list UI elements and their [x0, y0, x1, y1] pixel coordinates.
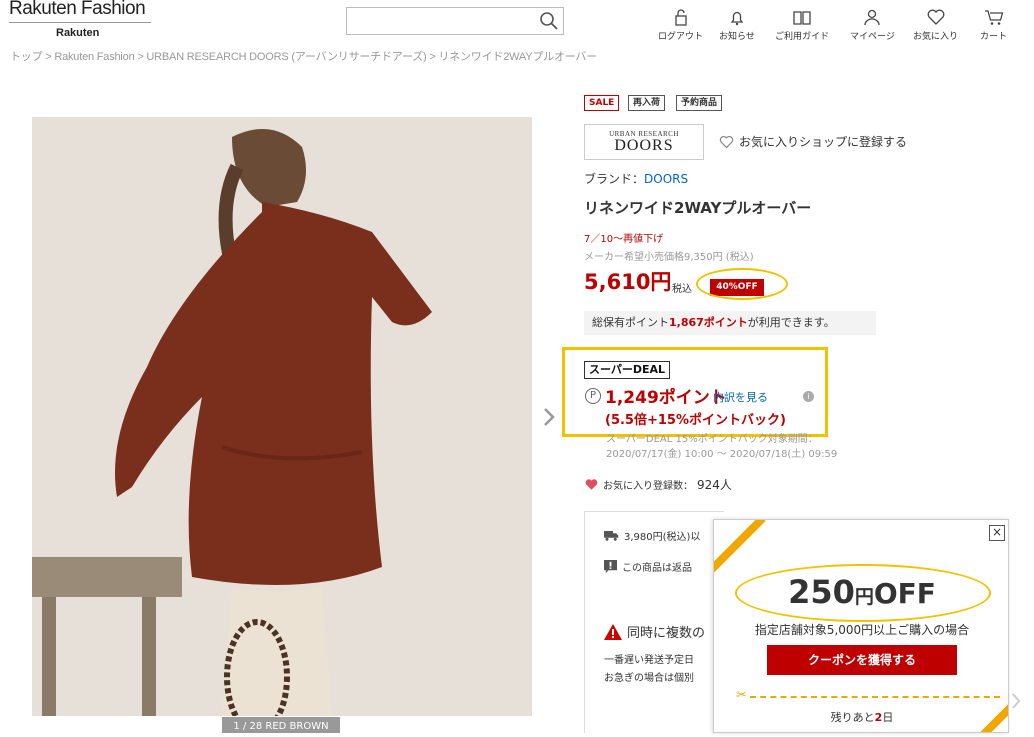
remain-pre: 残りあと [830, 711, 875, 724]
brand-row: ブランド：DOORS [584, 170, 688, 187]
nav-label: お気に入り [913, 32, 959, 42]
favorite-count: お気に入り登録数： 924人 [584, 476, 732, 493]
repriced-note: 7／10～再値下げ [584, 234, 664, 245]
deal-period: スーパーDEAL 15%ポイントバック対象期間： 2020/07/17(金) 10… [606, 432, 837, 462]
highlight-ellipse [696, 268, 788, 300]
restock-tag: 再入荷 [628, 95, 666, 111]
return-row: この商品は返品 [604, 559, 692, 574]
highlight-ellipse [735, 564, 991, 622]
favorite-count-label: お気に入り登録数： [603, 481, 693, 492]
comment-alert-icon [604, 560, 617, 573]
nav-label: カート [980, 32, 1008, 42]
points-post: が利用できます。 [747, 316, 835, 329]
nav-favorites[interactable]: お気に入り [913, 6, 958, 42]
truck-icon [604, 531, 619, 541]
points-value: 1,867ポイント [669, 316, 748, 329]
shipping-row: 3,980円(税込)以 [604, 528, 700, 543]
heart-outline-icon [719, 135, 734, 148]
heart-filled-icon [585, 479, 598, 490]
deal-period-line-2: 2020/07/17(金) 10:00 ～ 2020/07/18(土) 09:5… [606, 449, 838, 460]
product-title: リネンワイド2WAYプルオーバー [584, 199, 812, 217]
nav-label: マイページ [850, 32, 895, 42]
coupon-condition: 指定店舗対象5,000円以上ご購入の場合 [754, 623, 970, 637]
deal-points: 1,249ポイント [605, 388, 727, 408]
points-balance: 総保有ポイント1,867ポイントが利用できます。 [584, 311, 876, 335]
product-photo[interactable] [32, 117, 532, 716]
nav-notifications[interactable]: お知らせ [719, 6, 755, 42]
shop-logo-main: DOORS [614, 137, 674, 154]
coupon-remaining: 残りあと2日 [714, 709, 1008, 725]
get-coupon-button[interactable]: クーポンを獲得する [767, 645, 957, 675]
remain-post: 日 [882, 711, 894, 724]
sale-price: 5,610円 [584, 270, 672, 294]
shipping-text: 3,980円(税込)以 [624, 532, 701, 543]
chevron-right-icon[interactable] [540, 403, 558, 431]
nav-label: ご利用ガイド [775, 32, 830, 42]
search-input[interactable] [346, 7, 564, 35]
brand-link[interactable]: DOORS [644, 172, 688, 186]
book-icon [793, 11, 811, 25]
nav-logout[interactable]: ログアウト [658, 6, 703, 42]
favorite-shop-label: お気に入りショップに登録する [739, 135, 908, 149]
note-line-1: 一番遅い発送予定日 [604, 655, 694, 666]
favorite-count-value: 924人 [697, 478, 732, 492]
logo-divider [9, 22, 151, 23]
product-image [32, 117, 532, 716]
rakuten-fashion-logo[interactable]: Rakuten Fashion [9, 0, 146, 20]
lock-icon [674, 9, 687, 26]
brand-label: ブランド： [584, 172, 645, 186]
points-pre: 総保有ポイント [592, 316, 669, 329]
close-button[interactable]: × [989, 525, 1005, 541]
gallery-counter: 1 / 28 RED BROWN [222, 717, 340, 733]
msrp-price: メーカー希望小売価格9,350円 (税込) [584, 252, 754, 263]
rakuten-logo[interactable]: Rakuten [56, 27, 99, 39]
deal-bonus: (5.5倍+15%ポイントバック) [605, 413, 786, 428]
breakdown-link[interactable]: 内訳を見る [713, 389, 768, 405]
bell-icon [730, 11, 744, 26]
favorite-shop-button[interactable]: お気に入りショップに登録する [719, 133, 907, 150]
info-icon[interactable]: i [803, 391, 814, 402]
cart-icon [984, 10, 1003, 25]
deal-period-line-1: スーパーDEAL 15%ポイントバック対象期間： [606, 434, 818, 445]
tax-label: 税込 [672, 284, 692, 295]
point-icon: P [585, 388, 601, 404]
nav-mypage[interactable]: マイページ [850, 6, 895, 42]
scissors-icon: ✂ [736, 688, 747, 703]
sale-tag: SALE [584, 95, 620, 111]
site-header: Rakuten Fashion Rakuten ログアウト お知らせ ご利用ガイ… [0, 0, 1034, 48]
nav-guide[interactable]: ご利用ガイド [775, 6, 829, 42]
nav-label: お知らせ [719, 32, 755, 42]
cut-line [750, 696, 1000, 698]
warning-icon [604, 623, 622, 640]
preorder-tag: 予約商品 [676, 95, 723, 111]
warning-row: 同時に複数の [604, 622, 705, 641]
heart-icon [927, 9, 944, 25]
person-icon [864, 9, 881, 26]
chevron-right-icon[interactable] [1011, 691, 1021, 711]
warning-text: 同時に複数の [627, 626, 706, 641]
search-icon[interactable] [539, 11, 559, 31]
coupon-popup: × 250円OFF 指定店舗対象5,000円以上ご購入の場合 クーポンを獲得する… [713, 519, 1009, 733]
shop-logo[interactable]: URBAN RESEARCH DOORS [584, 124, 704, 160]
super-deal-label: スーパーDEAL [584, 361, 670, 379]
nav-label: ログアウト [658, 32, 704, 42]
return-text: この商品は返品 [622, 563, 692, 574]
breadcrumb[interactable]: トップ > Rakuten Fashion > URBAN RESEARCH D… [10, 48, 597, 64]
nav-cart[interactable]: カート [980, 6, 1007, 42]
note-line-2: お急ぎの場合は個別 [604, 673, 694, 684]
